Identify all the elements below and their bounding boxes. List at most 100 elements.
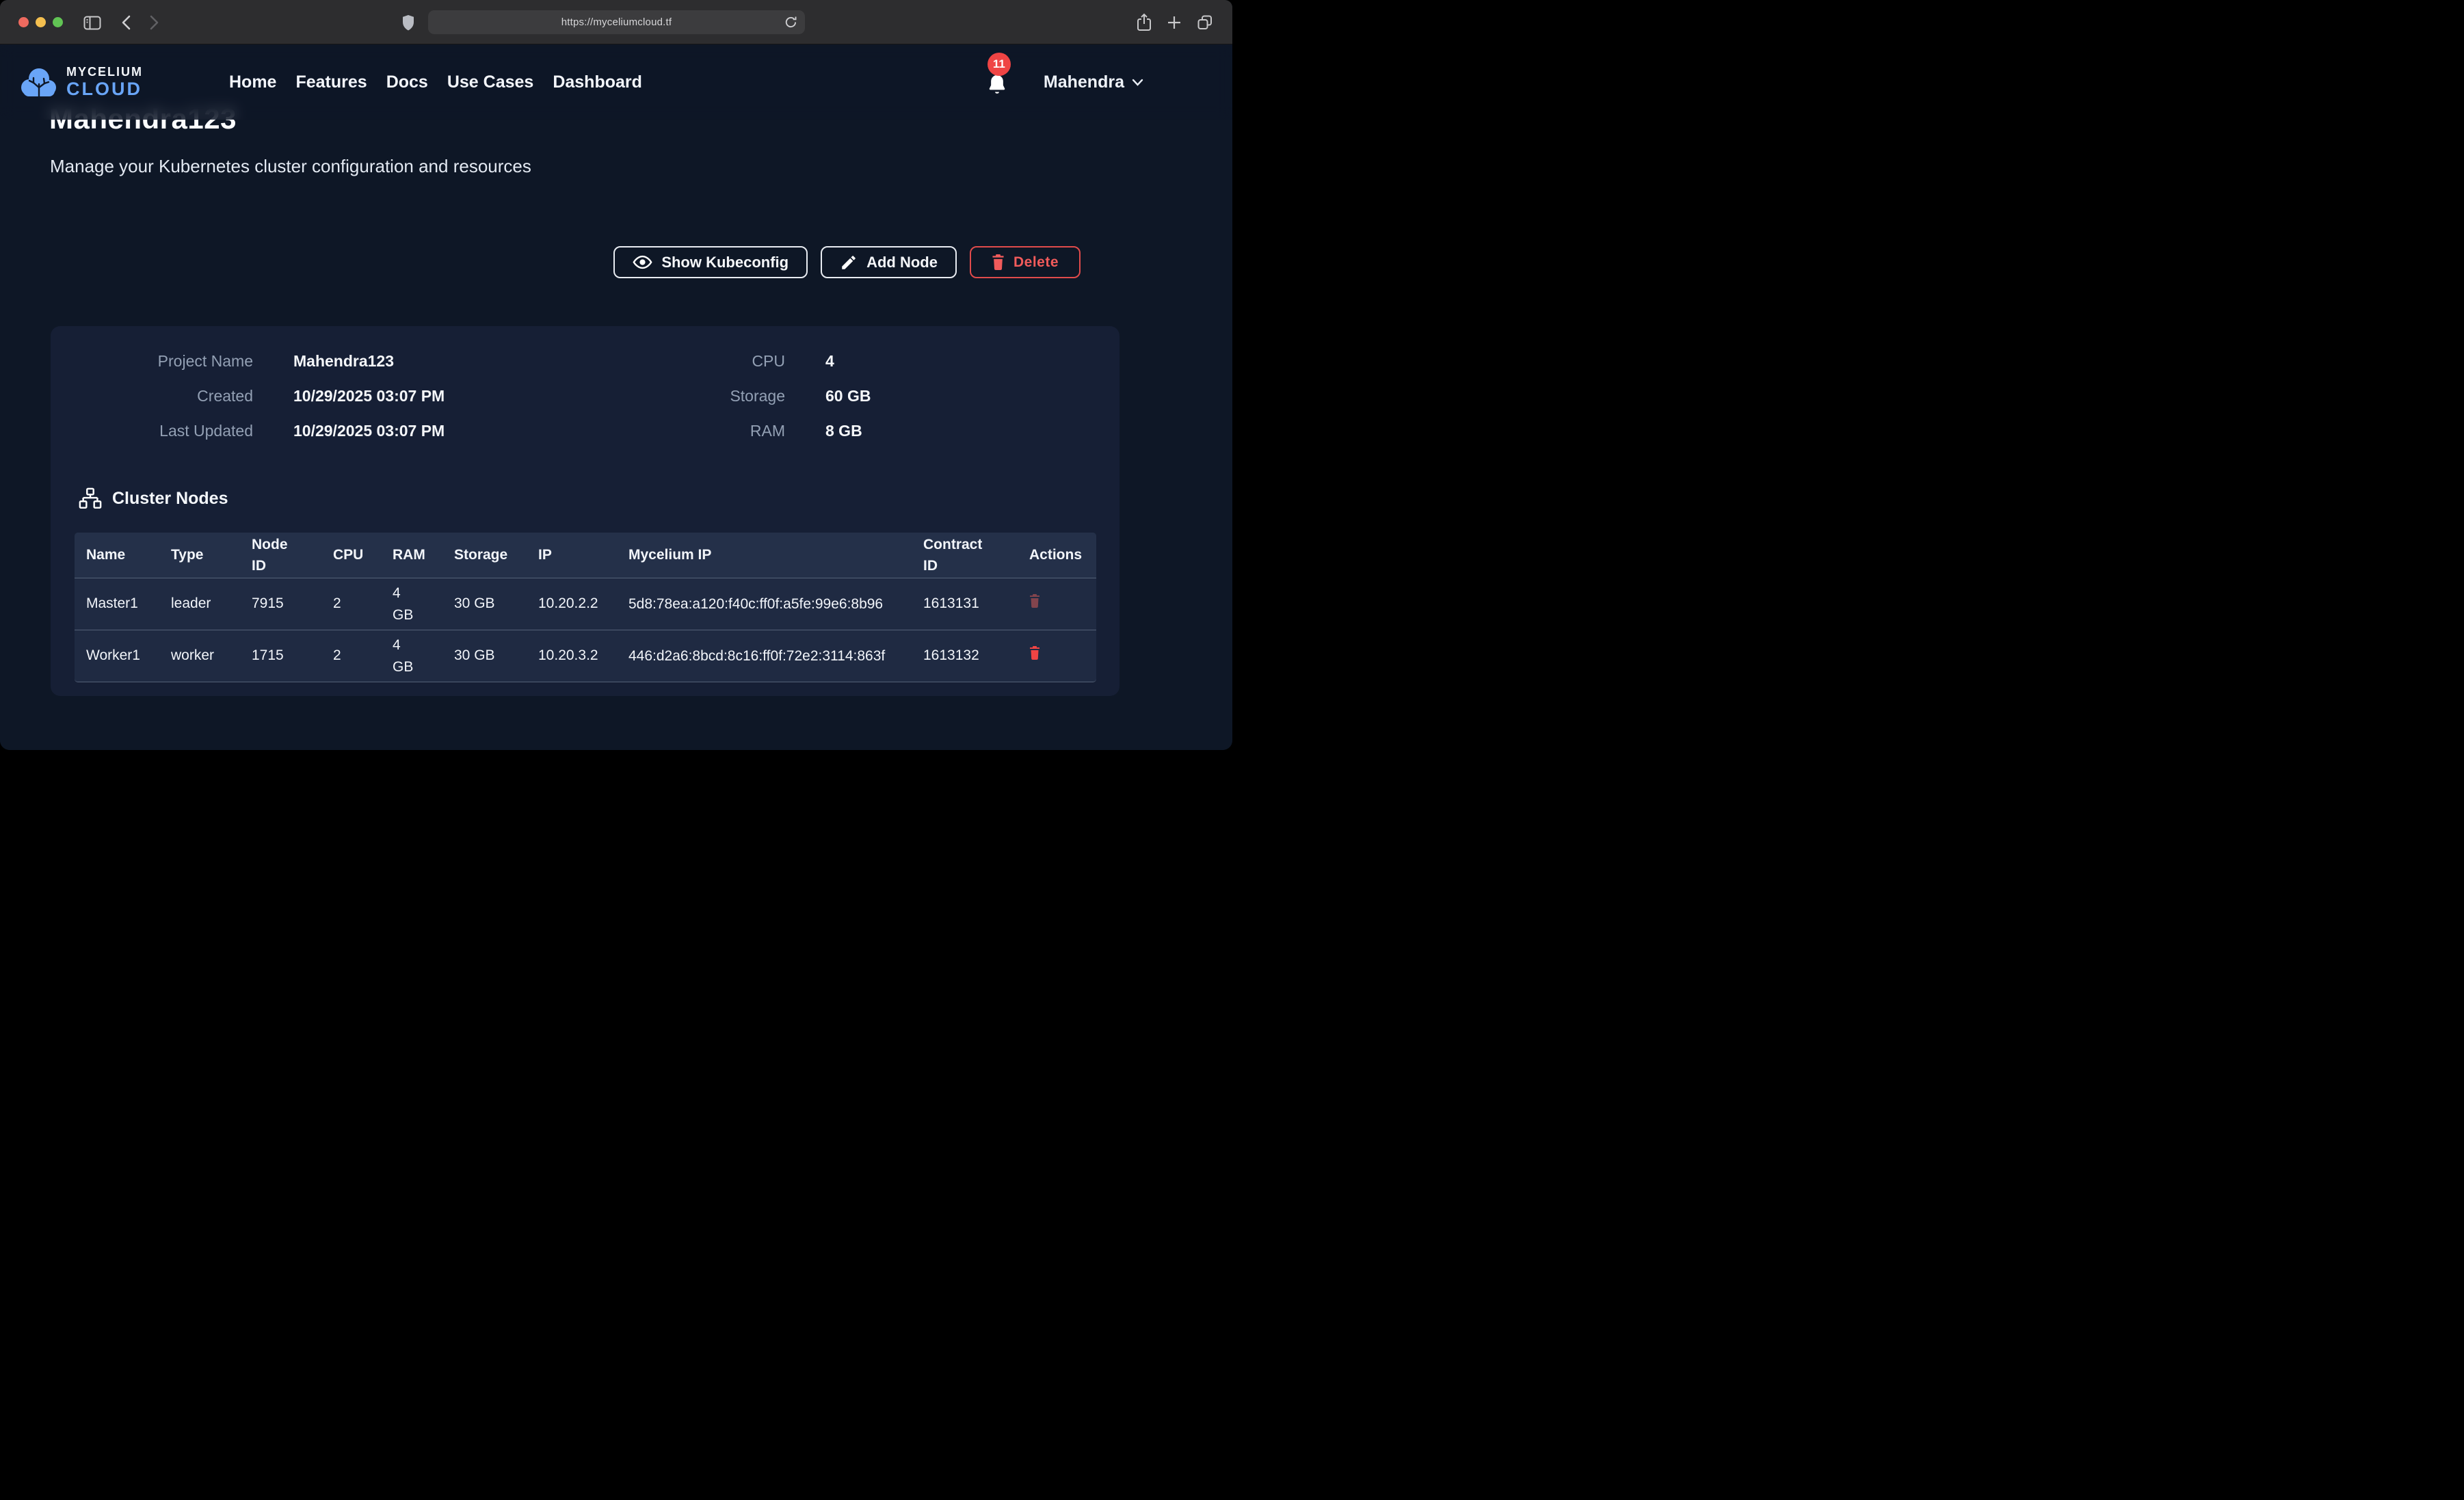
notifications-button[interactable]: 11	[986, 68, 1009, 96]
col-header-cpu: CPU	[333, 545, 393, 565]
trash-icon	[1029, 646, 1040, 660]
chevron-right-icon	[150, 15, 159, 30]
chevron-left-icon	[122, 15, 131, 30]
nav-links: Home Features Docs Use Cases Dashboard	[229, 72, 642, 92]
zoom-button[interactable]	[53, 17, 63, 27]
delete-node-button[interactable]	[1029, 646, 1040, 660]
cell-ram: 4 GB	[393, 582, 454, 626]
user-name: Mahendra	[1044, 72, 1124, 92]
add-node-label: Add Node	[866, 254, 938, 271]
cell-ip: 10.20.2.2	[538, 593, 628, 614]
user-menu[interactable]: Mahendra	[1044, 72, 1143, 92]
info-label: CPU	[580, 352, 785, 371]
org-chart-icon	[79, 487, 102, 509]
address-bar[interactable]: https://myceliumcloud.tf	[428, 10, 805, 34]
reload-icon	[784, 16, 797, 29]
info-value: 8 GB	[825, 422, 862, 440]
info-value: Mahendra123	[293, 352, 394, 371]
minimize-button[interactable]	[36, 17, 46, 27]
nav-item-docs[interactable]: Docs	[386, 72, 428, 92]
browser-window: https://myceliumcloud.tf Mahendra123 Man…	[0, 0, 1232, 750]
cell-name: Master1	[86, 593, 171, 614]
add-node-button[interactable]: Add Node	[821, 246, 957, 278]
col-header-type: Type	[171, 545, 252, 565]
cluster-info-right: CPU 4 Storage 60 GB RAM 8 GB	[580, 344, 871, 448]
info-label: RAM	[580, 422, 785, 440]
trash-icon	[1029, 594, 1040, 608]
col-header-ram: RAM	[393, 545, 454, 565]
tabs-icon	[1197, 14, 1213, 31]
privacy-shield-icon	[402, 15, 414, 31]
section-title: Cluster Nodes	[112, 489, 228, 509]
cell-node-id: 7915	[252, 593, 333, 614]
reload-button[interactable]	[784, 16, 797, 29]
close-button[interactable]	[18, 17, 29, 27]
new-tab-button[interactable]	[1167, 15, 1182, 30]
browser-chrome: https://myceliumcloud.tf	[0, 0, 1232, 44]
brand-logo[interactable]: MYCELIUM CLOUD	[21, 66, 143, 98]
share-button[interactable]	[1137, 13, 1152, 31]
show-kubeconfig-button[interactable]: Show Kubeconfig	[613, 246, 808, 278]
tabs-overview-button[interactable]	[1197, 14, 1213, 31]
nav-item-home[interactable]: Home	[229, 72, 276, 92]
cluster-actions: Show Kubeconfig Add Node Delete	[613, 246, 1081, 278]
col-header-ip: IP	[538, 545, 628, 565]
cell-ip: 10.20.3.2	[538, 645, 628, 666]
cell-cpu: 2	[333, 593, 393, 614]
share-icon	[1137, 13, 1152, 31]
cell-type: worker	[171, 645, 252, 666]
col-header-node-id: Node ID	[252, 534, 333, 577]
eye-icon	[633, 252, 652, 272]
info-row-last-updated: Last Updated 10/29/2025 03:07 PM	[51, 414, 445, 448]
cluster-nodes-table: Name Type Node ID CPU RAM Storage IP Myc…	[75, 533, 1096, 682]
info-value: 4	[825, 352, 834, 371]
info-value: 10/29/2025 03:07 PM	[293, 387, 445, 405]
cluster-info-left: Project Name Mahendra123 Created 10/29/2…	[51, 344, 445, 448]
info-label: Created	[51, 387, 253, 405]
back-button[interactable]	[122, 15, 131, 30]
cell-actions	[1029, 645, 1096, 666]
table-row-master1: Master1 leader 7915 2 4 GB 30 GB 10.20.2…	[75, 578, 1096, 630]
cell-type: leader	[171, 593, 252, 614]
info-row-ram: RAM 8 GB	[580, 414, 871, 448]
trash-icon	[992, 254, 1005, 270]
col-header-storage: Storage	[454, 545, 538, 565]
cell-storage: 30 GB	[454, 645, 538, 666]
cell-mycelium-ip: 446:d2a6:8bcd:8c16:ff0f:72e2:3114:863f	[628, 645, 911, 667]
col-header-contract-id: Contract ID	[923, 534, 1029, 577]
notification-badge: 11	[988, 53, 1011, 76]
col-header-mycelium-ip: Mycelium IP	[628, 545, 923, 565]
cell-actions	[1029, 593, 1096, 614]
col-header-name: Name	[86, 545, 171, 565]
nav-item-use-cases[interactable]: Use Cases	[447, 72, 533, 92]
delete-label: Delete	[1014, 254, 1059, 271]
logo-line2: CLOUD	[66, 80, 142, 98]
plus-icon	[1167, 15, 1182, 30]
nav-item-dashboard[interactable]: Dashboard	[553, 72, 642, 92]
logo-text: MYCELIUM CLOUD	[66, 66, 143, 98]
delete-node-button[interactable]	[1029, 594, 1040, 608]
cell-contract-id: 1613131	[923, 593, 1029, 614]
nav-item-features[interactable]: Features	[295, 72, 367, 92]
cell-ram: 4 GB	[393, 634, 454, 678]
logo-line1: MYCELIUM	[66, 66, 143, 78]
delete-cluster-button[interactable]: Delete	[970, 246, 1081, 278]
info-row-created: Created 10/29/2025 03:07 PM	[51, 379, 445, 414]
pencil-icon	[840, 254, 858, 271]
url-text: https://myceliumcloud.tf	[561, 16, 672, 28]
sidebar-toggle-button[interactable]	[83, 16, 101, 30]
forward-button[interactable]	[150, 15, 159, 30]
chevron-down-icon	[1132, 79, 1143, 86]
info-label: Project Name	[51, 352, 253, 371]
info-label: Last Updated	[51, 422, 253, 440]
table-header-row: Name Type Node ID CPU RAM Storage IP Myc…	[75, 533, 1096, 578]
cell-contract-id: 1613132	[923, 645, 1029, 666]
show-kubeconfig-label: Show Kubeconfig	[661, 254, 789, 271]
cluster-nodes-heading: Cluster Nodes	[79, 487, 228, 509]
mycelium-cloud-icon	[21, 66, 57, 98]
cell-storage: 30 GB	[454, 593, 538, 614]
traffic-lights	[18, 17, 63, 27]
cluster-details-card: Project Name Mahendra123 Created 10/29/2…	[51, 326, 1120, 696]
info-value: 10/29/2025 03:07 PM	[293, 422, 445, 440]
page-subtitle: Manage your Kubernetes cluster configura…	[50, 156, 531, 177]
